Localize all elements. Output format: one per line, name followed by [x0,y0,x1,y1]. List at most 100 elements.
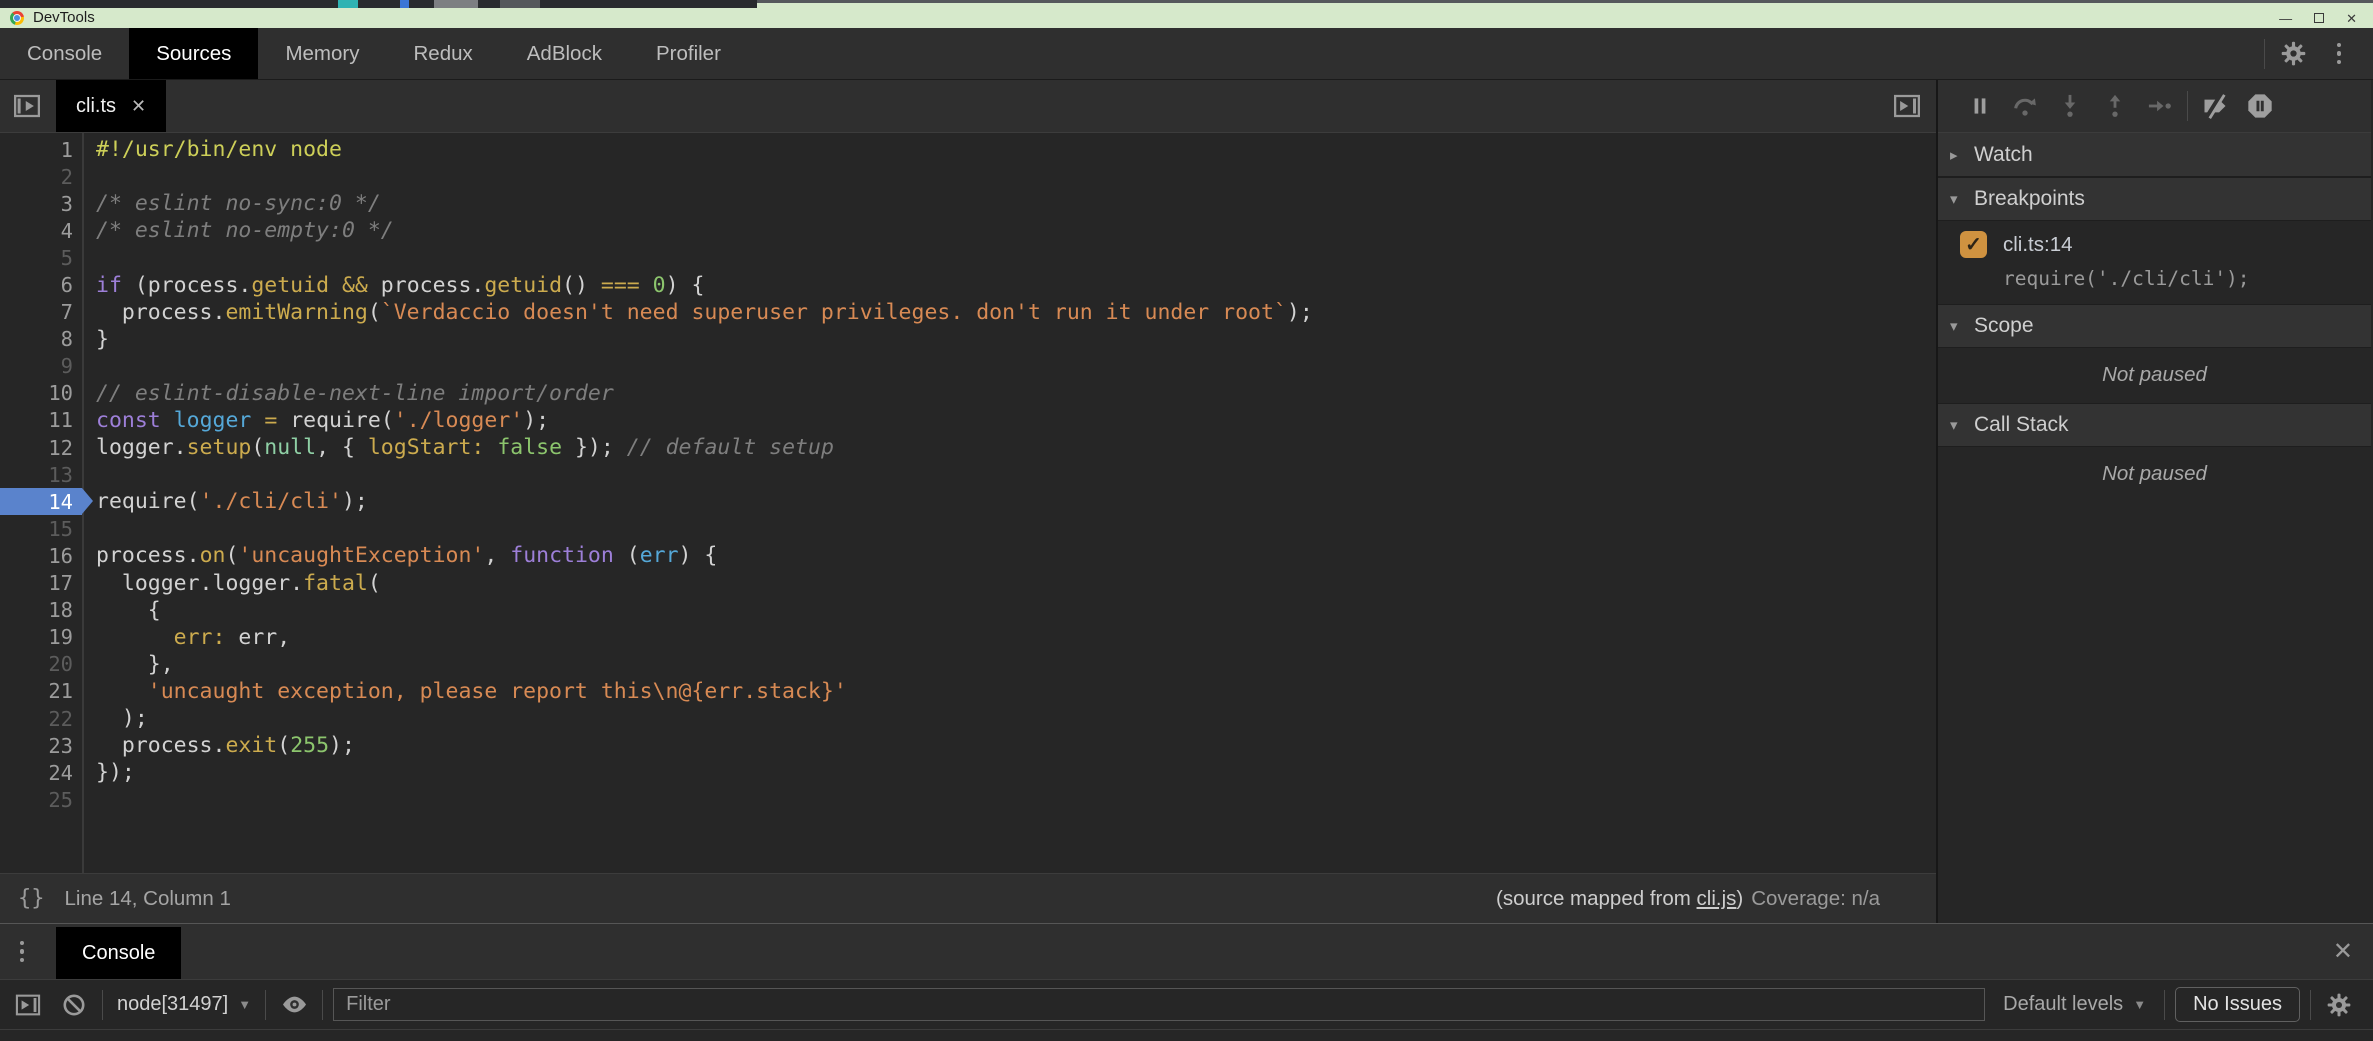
chrome-icon [10,11,24,25]
line-number-6[interactable]: 6 [0,271,82,298]
line-number-14[interactable]: 14 [0,488,82,515]
console-drawer-tab[interactable]: Console [56,927,181,979]
line-number-23[interactable]: 23 [0,732,82,759]
line-number-24[interactable]: 24 [0,759,82,786]
pretty-print-icon[interactable]: {} [18,886,45,911]
watch-section-header[interactable]: ▸ Watch [1938,133,2371,177]
drawer-menu-icon[interactable] [0,924,44,979]
clear-console-icon[interactable] [56,987,92,1023]
close-window-button[interactable]: ✕ [2346,12,2357,25]
levels-label: Default levels [2003,993,2123,1016]
line-number-12[interactable]: 12 [0,434,82,461]
close-drawer-icon[interactable]: ✕ [2333,924,2373,979]
tab-sources[interactable]: Sources [129,28,258,79]
background-fragment-gray [434,0,478,8]
toggle-debugger-sidebar-icon[interactable] [1892,91,1922,121]
deactivate-breakpoints-icon[interactable] [2197,88,2233,124]
breakpoints-section-label: Breakpoints [1974,187,2085,211]
file-tab-cli-ts[interactable]: cli.ts ✕ [56,80,166,132]
tab-profiler[interactable]: Profiler [629,28,748,79]
panel-tabs: ConsoleSourcesMemoryReduxAdBlockProfiler [0,28,748,79]
scope-section-header[interactable]: ▾ Scope [1938,304,2371,348]
settings-gear-icon[interactable] [2275,36,2311,72]
toolbar-divider [2264,39,2265,69]
tab-memory[interactable]: Memory [258,28,386,79]
console-settings-gear-icon[interactable] [2321,987,2357,1023]
step-icon[interactable] [2142,88,2178,124]
code-line-16: 16process.on('uncaughtException', functi… [0,542,1936,569]
chevron-down-icon: ▾ [1950,190,1974,208]
tab-adblock[interactable]: AdBlock [500,28,629,79]
code-text: require('./cli/cli'); [82,489,368,514]
code-text: const logger = require('./logger'); [82,408,549,433]
maximize-button[interactable] [2314,13,2324,23]
line-number-5[interactable]: 5 [0,244,82,271]
line-number-11[interactable]: 11 [0,407,82,434]
no-issues-button[interactable]: No Issues [2175,987,2300,1022]
line-number-25[interactable]: 25 [0,786,82,813]
file-tab-bar: cli.ts ✕ [0,80,1936,133]
filter-input[interactable] [333,988,1985,1021]
code-text: process.emitWarning(`Verdaccio doesn't n… [82,300,1313,325]
code-text: logger.logger.fatal( [82,571,381,596]
line-number-20[interactable]: 20 [0,651,82,678]
step-into-icon[interactable] [2052,88,2088,124]
tab-redux[interactable]: Redux [386,28,499,79]
breakpoints-section-header[interactable]: ▾ Breakpoints [1938,177,2371,221]
panel-tab-bar: ConsoleSourcesMemoryReduxAdBlockProfiler [0,28,2373,80]
code-editor[interactable]: 1#!/usr/bin/env node23/* eslint no-sync:… [0,133,1936,873]
code-text: { [82,598,161,623]
console-sidebar-toggle-icon[interactable] [10,987,46,1023]
source-map-info: (source mapped from cli.js) [1496,887,1743,911]
breakpoint-entry[interactable]: ✓ cli.ts:14 require('./cli/cli'); [1938,221,2371,304]
tab-console[interactable]: Console [0,28,129,79]
line-number-10[interactable]: 10 [0,380,82,407]
callstack-section-header[interactable]: ▾ Call Stack [1938,403,2371,447]
window-titlebar: DevTools — ✕ [0,8,2373,28]
code-line-4: 4/* eslint no-empty:0 */ [0,217,1936,244]
line-number-7[interactable]: 7 [0,299,82,326]
code-line-24: 24}); [0,759,1936,786]
line-number-19[interactable]: 19 [0,624,82,651]
watch-section-label: Watch [1974,143,2033,167]
pause-script-icon[interactable] [1962,88,1998,124]
pause-on-exceptions-icon[interactable] [2242,88,2278,124]
more-options-icon[interactable] [2321,36,2357,72]
line-number-3[interactable]: 3 [0,190,82,217]
code-text: logger.setup(null, { logStart: false });… [82,435,834,460]
debugger-toolbar [1938,80,2371,133]
line-number-2[interactable]: 2 [0,163,82,190]
line-number-8[interactable]: 8 [0,326,82,353]
console-messages-area[interactable] [0,1030,2373,1041]
breakpoint-checkbox[interactable]: ✓ [1960,231,1987,258]
window-title: DevTools [33,8,95,28]
show-navigator-icon[interactable] [12,91,42,121]
log-levels-selector[interactable]: Default levels ▼ [1995,993,2154,1016]
close-tab-icon[interactable]: ✕ [131,96,146,117]
source-map-link[interactable]: cli.js [1697,887,1737,910]
code-line-23: 23 process.exit(255); [0,732,1936,759]
breakpoint-snippet: require('./cli/cli'); [1938,267,2371,290]
line-number-4[interactable]: 4 [0,217,82,244]
minimize-button[interactable]: — [2279,12,2292,25]
line-number-18[interactable]: 18 [0,597,82,624]
line-number-13[interactable]: 13 [0,461,82,488]
line-number-21[interactable]: 21 [0,678,82,705]
execution-context-selector[interactable]: node[31497] ▼ [113,993,255,1016]
line-number-22[interactable]: 22 [0,705,82,732]
step-out-icon[interactable] [2097,88,2133,124]
live-expression-eye-icon[interactable] [276,987,312,1023]
line-number-9[interactable]: 9 [0,353,82,380]
background-window-fragment [0,0,757,8]
line-number-15[interactable]: 15 [0,515,82,542]
code-text: /* eslint no-sync:0 */ [82,191,381,216]
code-text: } [82,327,109,352]
code-line-25: 25 [0,786,1936,813]
chevron-right-icon: ▸ [1950,146,1974,164]
code-line-3: 3/* eslint no-sync:0 */ [0,190,1936,217]
line-number-16[interactable]: 16 [0,542,82,569]
toolbar-divider [102,990,103,1020]
line-number-17[interactable]: 17 [0,570,82,597]
step-over-icon[interactable] [2007,88,2043,124]
line-number-1[interactable]: 1 [0,136,82,163]
